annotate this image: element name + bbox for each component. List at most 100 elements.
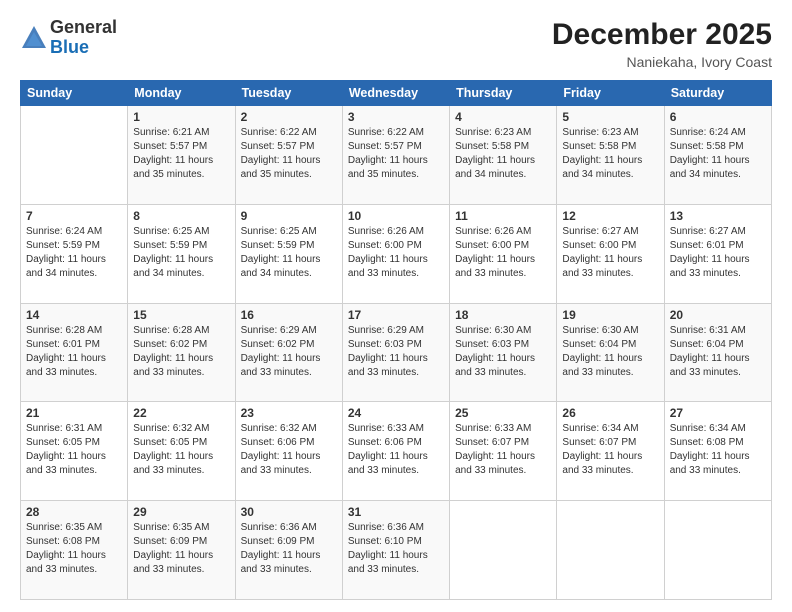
cell-details: Sunrise: 6:30 AMSunset: 6:03 PMDaylight:… xyxy=(455,324,551,380)
day-number: 3 xyxy=(348,110,444,124)
day-number: 31 xyxy=(348,505,444,519)
calendar-cell: 6 Sunrise: 6:24 AMSunset: 5:58 PMDaylight… xyxy=(664,106,771,205)
cell-details: Sunrise: 6:28 AMSunset: 6:01 PMDaylight:… xyxy=(26,324,122,380)
cell-details: Sunrise: 6:24 AMSunset: 5:58 PMDaylight:… xyxy=(670,126,766,182)
calendar-cell: 24 Sunrise: 6:33 AMSunset: 6:06 PMDayligh… xyxy=(342,402,449,501)
day-number: 21 xyxy=(26,406,122,420)
day-number: 11 xyxy=(455,209,551,223)
day-number: 10 xyxy=(348,209,444,223)
cell-details: Sunrise: 6:33 AMSunset: 6:06 PMDaylight:… xyxy=(348,422,444,478)
calendar-cell: 15 Sunrise: 6:28 AMSunset: 6:02 PMDayligh… xyxy=(128,303,235,402)
logo-general: General xyxy=(50,18,117,38)
day-number: 15 xyxy=(133,308,229,322)
cell-details: Sunrise: 6:29 AMSunset: 6:02 PMDaylight:… xyxy=(241,324,337,380)
cell-details: Sunrise: 6:35 AMSunset: 6:09 PMDaylight:… xyxy=(133,521,229,577)
calendar-cell: 25 Sunrise: 6:33 AMSunset: 6:07 PMDayligh… xyxy=(450,402,557,501)
calendar-cell xyxy=(450,501,557,600)
day-number: 28 xyxy=(26,505,122,519)
calendar-cell: 7Sunrise: 6:24 AMSunset: 5:59 PMDaylight… xyxy=(21,204,128,303)
day-number: 18 xyxy=(455,308,551,322)
cell-details: Sunrise: 6:31 AMSunset: 6:04 PMDaylight:… xyxy=(670,324,766,380)
calendar-cell: 21 Sunrise: 6:31 AMSunset: 6:05 PMDayligh… xyxy=(21,402,128,501)
calendar-cell: 22 Sunrise: 6:32 AMSunset: 6:05 PMDayligh… xyxy=(128,402,235,501)
day-number: 17 xyxy=(348,308,444,322)
cell-details: Sunrise: 6:28 AMSunset: 6:02 PMDaylight:… xyxy=(133,324,229,380)
cell-details: Sunrise: 6:30 AMSunset: 6:04 PMDaylight:… xyxy=(562,324,658,380)
calendar-cell: 5Sunrise: 6:23 AMSunset: 5:58 PMDaylight… xyxy=(557,106,664,205)
calendar-cell: 3 Sunrise: 6:22 AMSunset: 5:57 PMDaylight… xyxy=(342,106,449,205)
day-number: 12 xyxy=(562,209,658,223)
month-year: December 2025 xyxy=(552,18,772,52)
day-number: 23 xyxy=(241,406,337,420)
day-number: 1 xyxy=(133,110,229,124)
day-number: 30 xyxy=(241,505,337,519)
cell-details: Sunrise: 6:33 AMSunset: 6:07 PMDaylight:… xyxy=(455,422,551,478)
cell-details: Sunrise: 6:34 AMSunset: 6:08 PMDaylight:… xyxy=(670,422,766,478)
cell-details: Sunrise: 6:36 AMSunset: 6:10 PMDaylight:… xyxy=(348,521,444,577)
cell-details: Sunrise: 6:26 AMSunset: 6:00 PMDaylight:… xyxy=(348,225,444,281)
day-number: 27 xyxy=(670,406,766,420)
day-number: 26 xyxy=(562,406,658,420)
logo: General Blue xyxy=(20,18,117,58)
cell-details: Sunrise: 6:27 AMSunset: 6:01 PMDaylight:… xyxy=(670,225,766,281)
calendar-cell: 26 Sunrise: 6:34 AMSunset: 6:07 PMDayligh… xyxy=(557,402,664,501)
calendar-cell: 18 Sunrise: 6:30 AMSunset: 6:03 PMDayligh… xyxy=(450,303,557,402)
calendar-cell: 29 Sunrise: 6:35 AMSunset: 6:09 PMDayligh… xyxy=(128,501,235,600)
cell-details: Sunrise: 6:34 AMSunset: 6:07 PMDaylight:… xyxy=(562,422,658,478)
cell-details: Sunrise: 6:21 AMSunset: 5:57 PMDaylight:… xyxy=(133,126,229,182)
day-number: 4 xyxy=(455,110,551,124)
cell-details: Sunrise: 6:27 AMSunset: 6:00 PMDaylight:… xyxy=(562,225,658,281)
logo-icon xyxy=(20,24,48,52)
day-number: 29 xyxy=(133,505,229,519)
cell-details: Sunrise: 6:31 AMSunset: 6:05 PMDaylight:… xyxy=(26,422,122,478)
calendar-week-row: 14 Sunrise: 6:28 AMSunset: 6:01 PMDayligh… xyxy=(21,303,772,402)
day-number: 20 xyxy=(670,308,766,322)
calendar-cell: 9 Sunrise: 6:25 AMSunset: 5:59 PMDaylight… xyxy=(235,204,342,303)
calendar-day-header: Thursday xyxy=(450,81,557,106)
calendar-cell xyxy=(21,106,128,205)
calendar-cell xyxy=(557,501,664,600)
calendar-cell: 11 Sunrise: 6:26 AMSunset: 6:00 PMDayligh… xyxy=(450,204,557,303)
day-number: 25 xyxy=(455,406,551,420)
day-number: 6 xyxy=(670,110,766,124)
day-number: 19 xyxy=(562,308,658,322)
cell-details: Sunrise: 6:22 AMSunset: 5:57 PMDaylight:… xyxy=(348,126,444,182)
calendar-cell: 10 Sunrise: 6:26 AMSunset: 6:00 PMDayligh… xyxy=(342,204,449,303)
calendar-day-header: Friday xyxy=(557,81,664,106)
day-number: 2 xyxy=(241,110,337,124)
day-number: 14 xyxy=(26,308,122,322)
calendar-cell: 8Sunrise: 6:25 AMSunset: 5:59 PMDaylight… xyxy=(128,204,235,303)
calendar-cell: 17 Sunrise: 6:29 AMSunset: 6:03 PMDayligh… xyxy=(342,303,449,402)
calendar-cell: 31 Sunrise: 6:36 AMSunset: 6:10 PMDayligh… xyxy=(342,501,449,600)
day-number: 13 xyxy=(670,209,766,223)
calendar-cell: 1 Sunrise: 6:21 AMSunset: 5:57 PMDaylight… xyxy=(128,106,235,205)
calendar-cell: 12 Sunrise: 6:27 AMSunset: 6:00 PMDayligh… xyxy=(557,204,664,303)
calendar-cell: 27 Sunrise: 6:34 AMSunset: 6:08 PMDayligh… xyxy=(664,402,771,501)
calendar-cell: 19 Sunrise: 6:30 AMSunset: 6:04 PMDayligh… xyxy=(557,303,664,402)
day-number: 7 xyxy=(26,209,122,223)
day-number: 24 xyxy=(348,406,444,420)
calendar-table: SundayMondayTuesdayWednesdayThursdayFrid… xyxy=(20,80,772,600)
title-block: December 2025 Naniekaha, Ivory Coast xyxy=(552,18,772,70)
calendar-cell: 13 Sunrise: 6:27 AMSunset: 6:01 PMDayligh… xyxy=(664,204,771,303)
calendar-week-row: 1 Sunrise: 6:21 AMSunset: 5:57 PMDaylight… xyxy=(21,106,772,205)
calendar-week-row: 21 Sunrise: 6:31 AMSunset: 6:05 PMDayligh… xyxy=(21,402,772,501)
calendar-week-row: 28Sunrise: 6:35 AMSunset: 6:08 PMDayligh… xyxy=(21,501,772,600)
calendar-week-row: 7Sunrise: 6:24 AMSunset: 5:59 PMDaylight… xyxy=(21,204,772,303)
day-number: 22 xyxy=(133,406,229,420)
day-number: 8 xyxy=(133,209,229,223)
calendar-day-header: Saturday xyxy=(664,81,771,106)
calendar-cell: 16Sunrise: 6:29 AMSunset: 6:02 PMDayligh… xyxy=(235,303,342,402)
logo-text: General Blue xyxy=(50,18,117,58)
cell-details: Sunrise: 6:36 AMSunset: 6:09 PMDaylight:… xyxy=(241,521,337,577)
calendar-cell: 20 Sunrise: 6:31 AMSunset: 6:04 PMDayligh… xyxy=(664,303,771,402)
cell-details: Sunrise: 6:29 AMSunset: 6:03 PMDaylight:… xyxy=(348,324,444,380)
calendar-cell xyxy=(664,501,771,600)
cell-details: Sunrise: 6:26 AMSunset: 6:00 PMDaylight:… xyxy=(455,225,551,281)
day-number: 9 xyxy=(241,209,337,223)
cell-details: Sunrise: 6:32 AMSunset: 6:06 PMDaylight:… xyxy=(241,422,337,478)
cell-details: Sunrise: 6:32 AMSunset: 6:05 PMDaylight:… xyxy=(133,422,229,478)
cell-details: Sunrise: 6:25 AMSunset: 5:59 PMDaylight:… xyxy=(241,225,337,281)
logo-blue: Blue xyxy=(50,38,117,58)
page: General Blue December 2025 Naniekaha, Iv… xyxy=(0,0,792,612)
